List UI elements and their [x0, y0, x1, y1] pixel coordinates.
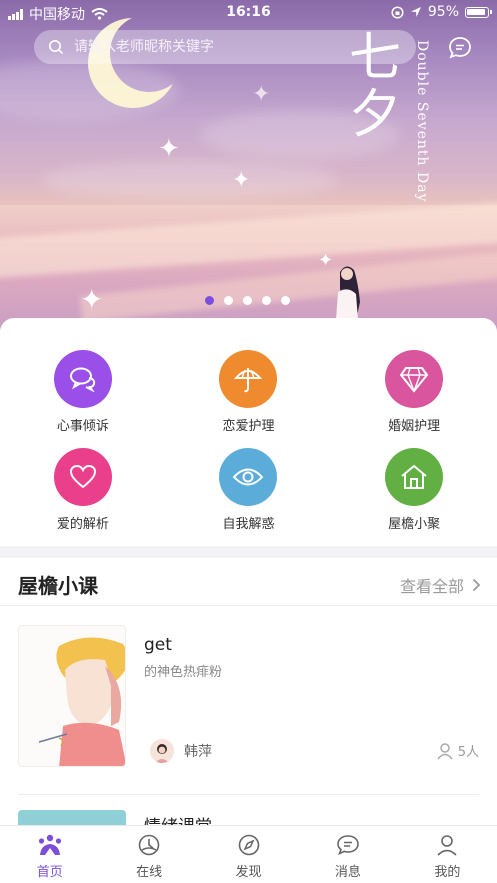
category-grid: 心事倾诉 恋爱护理 婚姻护理 爱的解析 自我解惑 屋檐小聚 [0, 350, 497, 532]
message-icon [337, 835, 359, 855]
course-description: 的神色热痱粉 [144, 665, 223, 680]
location-icon [410, 7, 421, 17]
search-bar[interactable] [34, 30, 416, 64]
tab-profile[interactable]: 我的 [398, 826, 497, 883]
carousel-dot[interactable] [205, 296, 214, 305]
heart-icon [69, 464, 96, 489]
chat-bubbles-icon [69, 367, 95, 392]
eye-icon [233, 468, 264, 486]
battery-percent: 95% [427, 4, 459, 20]
carousel-dots [0, 296, 497, 305]
search-icon [49, 40, 64, 55]
status-bar: 中国移动 16:16 95% [0, 0, 497, 24]
category-item[interactable]: 爱的解析 [0, 448, 166, 532]
profile-icon [437, 835, 457, 856]
online-icon [138, 834, 160, 856]
battery-icon [465, 6, 492, 18]
category-label: 心事倾诉 [56, 419, 109, 434]
tab-label: 我的 [434, 865, 461, 880]
tab-label: 消息 [334, 865, 361, 880]
orientation-lock-icon [391, 5, 404, 19]
girl-illustration [336, 266, 360, 320]
home-icon [38, 834, 61, 855]
category-menu: 心事倾诉 恋爱护理 婚姻护理 爱的解析 自我解惑 屋檐小聚 [0, 318, 497, 546]
category-icon-circle [219, 350, 278, 408]
category-label: 自我解惑 [222, 517, 275, 532]
participant-count-label: 5人 [457, 745, 479, 760]
bottom-tab-bar: 首页 在线 发现 消息 我的 [0, 825, 497, 883]
course-teacher: 韩萍 [150, 739, 212, 763]
section-title: 屋檐小课 [18, 574, 98, 598]
chevron-right-icon [472, 578, 481, 592]
category-item[interactable]: 自我解惑 [166, 448, 332, 532]
banner-cloud [40, 160, 340, 200]
star-icon: ✦ [252, 82, 271, 107]
category-label: 婚姻护理 [388, 419, 441, 434]
view-all-label: 查看全部 [399, 577, 464, 596]
category-label: 恋爱护理 [222, 419, 275, 434]
course-thumbnail [18, 625, 126, 767]
star-icon: ✦ [232, 168, 251, 193]
umbrella-icon [234, 368, 263, 393]
courses-section: 屋檐小课 查看全部 get 的神色热痱粉 韩萍 5人 [0, 558, 497, 850]
course-card[interactable]: get 的神色热痱粉 韩萍 5人 [18, 625, 479, 770]
category-icon-circle [385, 350, 444, 408]
carousel-dot[interactable] [224, 296, 233, 305]
tab-online[interactable]: 在线 [99, 826, 198, 883]
teacher-name: 韩萍 [184, 744, 212, 760]
tab-home[interactable]: 首页 [0, 826, 99, 883]
section-header: 屋檐小课 查看全部 [0, 558, 497, 606]
category-icon-circle [53, 350, 112, 408]
star-icon: ✦ [158, 134, 180, 164]
status-right: 95% [391, 4, 492, 20]
carousel-dot[interactable] [243, 296, 252, 305]
category-icon-circle [219, 448, 278, 506]
discover-icon [238, 834, 259, 856]
avatar-illustration [150, 739, 174, 763]
tab-discover[interactable]: 发现 [199, 826, 298, 883]
category-label: 爱的解析 [56, 517, 109, 532]
category-item[interactable]: 恋爱护理 [166, 350, 332, 434]
carousel-dot[interactable] [281, 296, 290, 305]
search-input[interactable] [74, 39, 374, 55]
category-icon-circle [385, 448, 444, 506]
tab-label: 首页 [36, 865, 63, 880]
tab-label: 发现 [235, 865, 262, 880]
category-item[interactable]: 屋檐小聚 [331, 448, 497, 532]
view-all-link[interactable]: 查看全部 [400, 573, 481, 597]
person-icon [437, 742, 453, 759]
category-icon-circle [53, 448, 112, 506]
divider [18, 794, 479, 795]
category-item[interactable]: 心事倾诉 [0, 350, 166, 434]
category-item[interactable]: 婚姻护理 [331, 350, 497, 434]
diamond-icon [399, 367, 429, 393]
course-name: get [144, 635, 172, 655]
message-bubble-icon[interactable] [446, 34, 474, 62]
carousel-dot[interactable] [262, 296, 271, 305]
banner-title-en: Double Seventh Day [414, 40, 430, 203]
category-label: 屋檐小聚 [388, 517, 441, 532]
participant-count: 5人 [436, 741, 479, 760]
house-icon [401, 464, 427, 489]
tab-messages[interactable]: 消息 [298, 826, 397, 883]
tab-label: 在线 [136, 865, 163, 880]
course-illustration [19, 626, 125, 766]
avatar [150, 739, 174, 763]
